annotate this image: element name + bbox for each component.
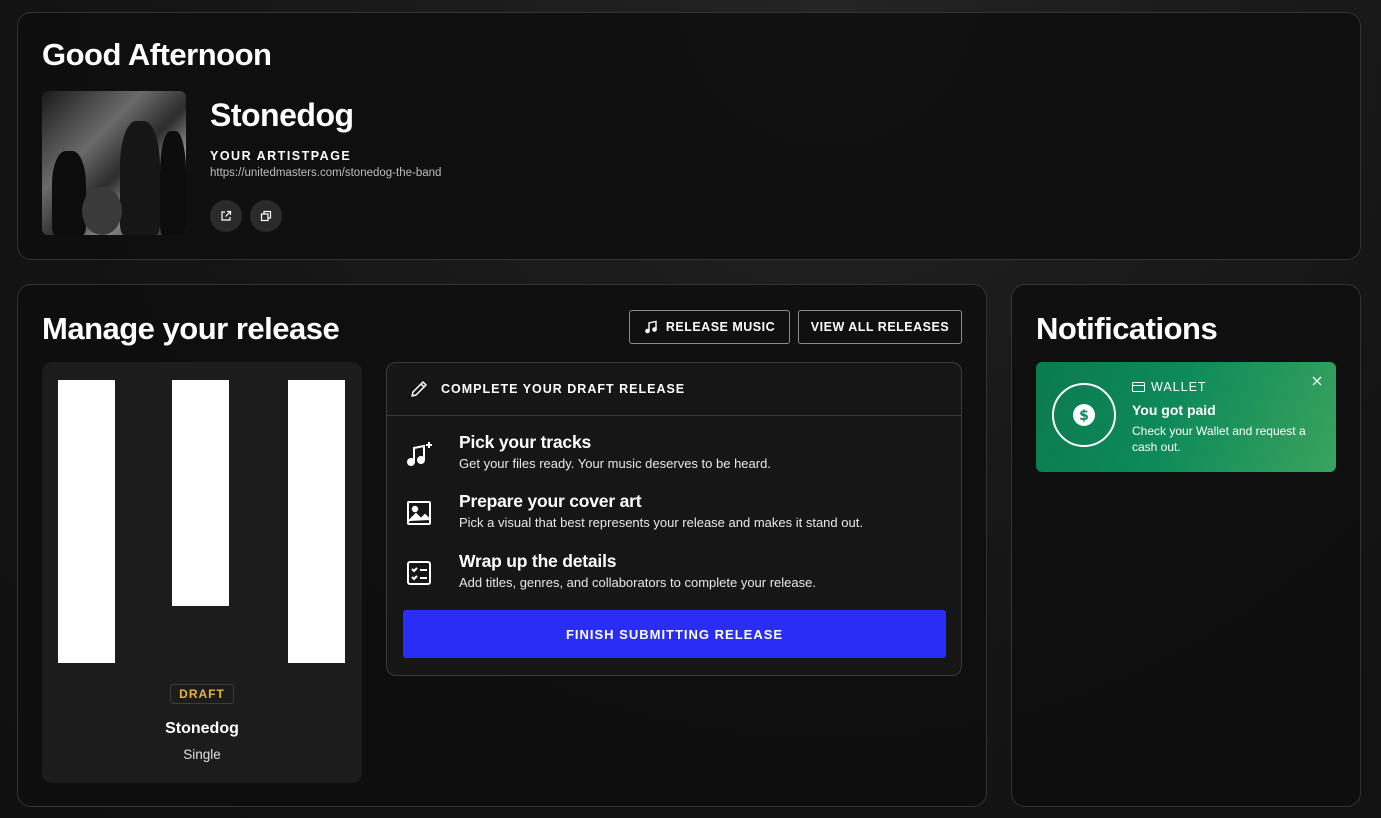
notification-category: WALLET <box>1132 380 1207 394</box>
draft-panel-header: COMPLETE YOUR DRAFT RELEASE <box>387 363 961 416</box>
draft-panel-title: COMPLETE YOUR DRAFT RELEASE <box>441 382 686 396</box>
step-title: Wrap up the details <box>459 551 617 571</box>
draft-release-panel: COMPLETE YOUR DRAFT RELEASE Pick your tr… <box>386 362 962 676</box>
step-title: Pick your tracks <box>459 432 592 452</box>
checklist-icon <box>403 557 435 589</box>
step-title: Prepare your cover art <box>459 491 642 511</box>
view-all-releases-button[interactable]: VIEW ALL RELEASES <box>798 310 962 344</box>
step-cover-art: Prepare your cover art Pick a visual tha… <box>403 491 943 541</box>
finish-submitting-button[interactable]: FINISH SUBMITTING RELEASE <box>403 610 946 658</box>
artistpage-url[interactable]: https://unitedmasters.com/stonedog-the-b… <box>210 167 441 179</box>
section-title: Manage your release <box>42 311 340 346</box>
dollar-icon: $ <box>1052 383 1116 447</box>
step-description: Pick a visual that best represents your … <box>459 515 863 530</box>
wallet-notification[interactable]: $ WALLET You got paid Check your Wallet … <box>1036 362 1336 472</box>
open-artistpage-button[interactable] <box>210 200 242 232</box>
notification-body: Check your Wallet and request a cash out… <box>1132 424 1306 454</box>
step-details: Wrap up the details Add titles, genres, … <box>403 551 943 601</box>
wallet-icon <box>1132 382 1145 392</box>
release-name: Stonedog <box>165 720 239 737</box>
notification-label: WALLET <box>1151 380 1207 394</box>
external-link-icon <box>221 210 232 221</box>
notification-headline: You got paid <box>1132 402 1216 418</box>
cover-art <box>58 380 345 663</box>
step-description: Get your files ready. Your music deserve… <box>459 456 771 471</box>
artistpage-label: YOUR ARTISTPAGE <box>210 149 352 163</box>
music-note-icon <box>645 320 657 334</box>
release-music-button[interactable]: RELEASE MUSIC <box>629 310 790 344</box>
image-icon <box>403 497 435 529</box>
view-all-label: VIEW ALL RELEASES <box>810 320 950 334</box>
greeting-title: Good Afternoon <box>42 37 272 72</box>
release-music-label: RELEASE MUSIC <box>665 320 776 334</box>
artist-name: Stonedog <box>210 97 354 133</box>
section-title: Notifications <box>1036 311 1218 346</box>
notifications-card: Notifications $ WALLET You got paid Chec… <box>1011 284 1361 807</box>
greeting-card: Good Afternoon Stonedog YOUR ARTISTPAGE … <box>17 12 1361 260</box>
copy-url-button[interactable] <box>250 200 282 232</box>
svg-text:$: $ <box>1079 408 1089 424</box>
pencil-icon <box>411 381 427 397</box>
music-plus-icon <box>403 438 435 470</box>
release-type: Single <box>183 747 221 762</box>
copy-icon <box>260 210 272 222</box>
release-tile[interactable]: DRAFT Stonedog Single <box>42 362 362 783</box>
artist-photo <box>42 91 186 235</box>
close-icon[interactable] <box>1310 374 1324 388</box>
step-description: Add titles, genres, and collaborators to… <box>459 575 816 590</box>
step-pick-tracks: Pick your tracks Get your files ready. Y… <box>403 432 943 482</box>
status-badge: DRAFT <box>170 684 234 704</box>
manage-release-card: Manage your release RELEASE MUSIC VIEW A… <box>17 284 987 807</box>
